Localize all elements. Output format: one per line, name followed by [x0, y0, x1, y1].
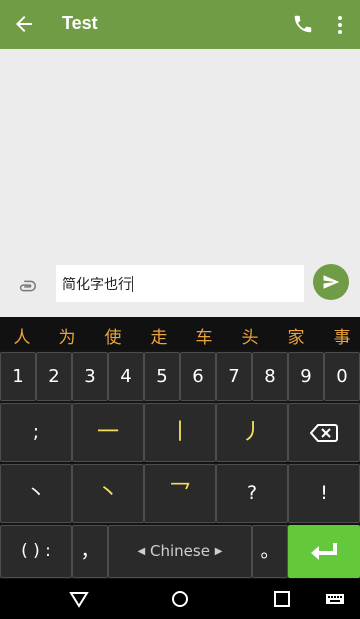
system-nav-bar: [0, 579, 360, 619]
send-button[interactable]: [313, 264, 349, 300]
conversation-title: Test: [62, 13, 98, 33]
key-stroke-pie[interactable]: 丿: [216, 403, 288, 462]
space-key-label: Chinese: [150, 542, 210, 560]
home-circle-icon[interactable]: [170, 589, 190, 609]
key-0[interactable]: 0: [324, 352, 360, 401]
key-dun-comma[interactable]: 丶: [0, 464, 72, 523]
candidate-6[interactable]: 家: [276, 323, 316, 348]
key-comma[interactable]: ，: [72, 525, 108, 578]
key-stroke-zhe[interactable]: 乛: [144, 464, 216, 523]
lang-prev-arrow: ◀: [137, 546, 146, 557]
key-stroke-dian[interactable]: 丶: [72, 464, 144, 523]
message-list[interactable]: [0, 49, 360, 261]
candidate-0[interactable]: 人: [2, 323, 42, 348]
candidate-7[interactable]: 事: [322, 323, 360, 348]
space-key[interactable]: ◀ Chinese ▶: [108, 525, 252, 578]
app-bar: Test: [0, 0, 360, 49]
key-period[interactable]: 。: [252, 525, 288, 578]
key-8[interactable]: 8: [252, 352, 288, 401]
arrow-back-icon[interactable]: [12, 12, 36, 36]
recents-square-icon[interactable]: [272, 589, 292, 609]
candidate-2[interactable]: 使: [93, 323, 133, 348]
message-input-text: 简化字也行: [62, 277, 132, 293]
candidate-4[interactable]: 车: [184, 323, 224, 348]
back-triangle-icon[interactable]: [69, 589, 89, 609]
message-composer: 简化字也行: [0, 261, 360, 317]
key-parens-colon[interactable]: ( ) :: [0, 525, 72, 578]
key-question[interactable]: ?: [216, 464, 288, 523]
key-5[interactable]: 5: [144, 352, 180, 401]
key-7[interactable]: 7: [216, 352, 252, 401]
keyboard-icon[interactable]: [325, 589, 345, 609]
enter-key[interactable]: [288, 525, 360, 578]
ime-keyboard: 人 为 使 走 车 头 家 事 1 2 3 4 5 6 7 8 9 0 ; 一 …: [0, 317, 360, 579]
key-1[interactable]: 1: [0, 352, 36, 401]
key-6[interactable]: 6: [180, 352, 216, 401]
phone-icon[interactable]: [292, 13, 314, 35]
candidate-1[interactable]: 为: [47, 323, 87, 348]
more-vert-icon[interactable]: [333, 13, 347, 37]
key-3[interactable]: 3: [72, 352, 108, 401]
text-caret: [132, 276, 133, 292]
key-9[interactable]: 9: [288, 352, 324, 401]
enter-icon: [311, 543, 337, 560]
backspace-key[interactable]: [288, 403, 360, 462]
candidate-3[interactable]: 走: [139, 323, 179, 348]
message-input[interactable]: 简化字也行: [56, 265, 304, 302]
lang-next-arrow: ▶: [214, 546, 223, 557]
key-stroke-shu[interactable]: 丨: [144, 403, 216, 462]
send-icon: [323, 275, 340, 289]
paperclip-icon[interactable]: [16, 275, 38, 297]
key-stroke-heng[interactable]: 一: [72, 403, 144, 462]
key-semicolon[interactable]: ;: [0, 403, 72, 462]
key-2[interactable]: 2: [36, 352, 72, 401]
backspace-icon: [309, 424, 338, 442]
key-4[interactable]: 4: [108, 352, 144, 401]
key-exclamation[interactable]: !: [288, 464, 360, 523]
candidate-bar: 人 为 使 走 车 头 家 事: [0, 317, 360, 350]
candidate-5[interactable]: 头: [230, 323, 270, 348]
